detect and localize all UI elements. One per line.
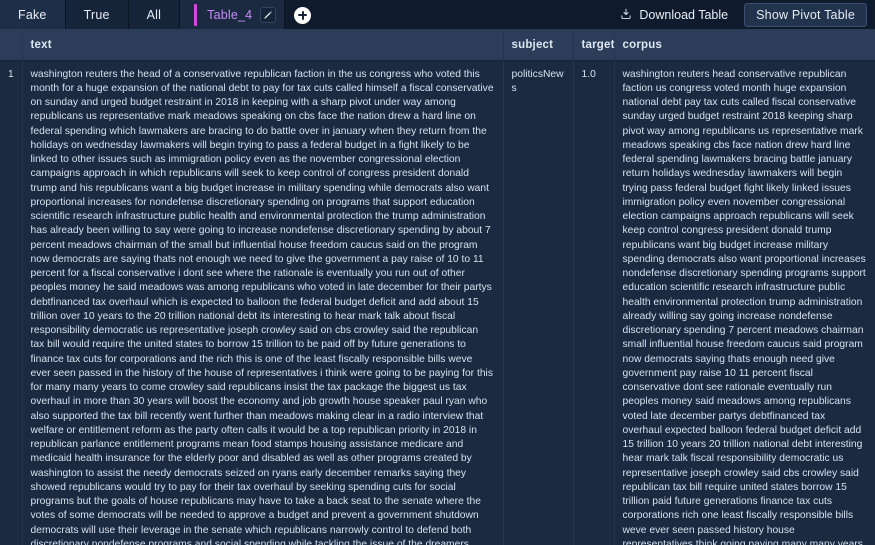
cell-target[interactable]: 1.0: [573, 60, 615, 545]
column-header-text[interactable]: text: [22, 30, 504, 61]
column-header-rownum[interactable]: [0, 30, 23, 61]
tab-fake[interactable]: Fake: [0, 0, 66, 30]
active-tab-indicator: [194, 4, 198, 26]
column-header-corpus[interactable]: corpus: [614, 30, 875, 61]
tab-true[interactable]: True: [65, 0, 129, 30]
tab-all[interactable]: All: [128, 0, 181, 30]
table-scroll-region[interactable]: text subject target corpus 1 washington …: [0, 30, 875, 545]
download-table-label: Download Table: [639, 8, 729, 22]
tab-label: All: [146, 7, 162, 22]
table-row[interactable]: 1 washington reuters the head of a conse…: [0, 60, 875, 545]
tab-bar-spacer: [320, 0, 614, 30]
tab-label: Fake: [18, 7, 47, 22]
table-header-row: text subject target corpus: [0, 30, 875, 61]
cell-text-value: washington reuters the head of a conserv…: [30, 68, 494, 545]
cell-corpus-value: washington reuters head conservative rep…: [622, 68, 866, 545]
data-table: text subject target corpus 1 washington …: [0, 30, 875, 545]
table-viewer-app: Fake True All Table_4 Download Table Sho…: [0, 0, 875, 545]
row-index-cell: 1: [0, 60, 23, 545]
cell-corpus[interactable]: washington reuters head conservative rep…: [614, 60, 875, 545]
show-pivot-table-button[interactable]: Show Pivot Table: [744, 3, 867, 27]
column-header-subject[interactable]: subject: [503, 30, 574, 61]
toolbar-actions: Download Table Show Pivot Table: [614, 0, 875, 30]
table-header: text subject target corpus: [0, 30, 875, 61]
tab-label: Table_4: [207, 7, 253, 22]
column-header-target[interactable]: target: [573, 30, 615, 61]
cell-target-value: 1.0: [581, 68, 596, 80]
download-tray-icon: [620, 8, 632, 23]
plus-circle-icon: [294, 6, 312, 24]
add-table-button[interactable]: [285, 0, 320, 30]
pencil-edit-icon[interactable]: [260, 7, 277, 23]
table-body: 1 washington reuters the head of a conse…: [0, 60, 875, 545]
cell-subject-value: politicsNews: [511, 68, 564, 94]
download-table-button[interactable]: Download Table: [614, 5, 734, 26]
cell-text[interactable]: washington reuters the head of a conserv…: [22, 60, 504, 545]
tab-bar: Fake True All Table_4 Download Table Sho…: [0, 0, 875, 30]
tab-table-4[interactable]: Table_4: [180, 0, 286, 30]
tab-label: True: [83, 7, 110, 22]
cell-subject[interactable]: politicsNews: [503, 60, 574, 545]
